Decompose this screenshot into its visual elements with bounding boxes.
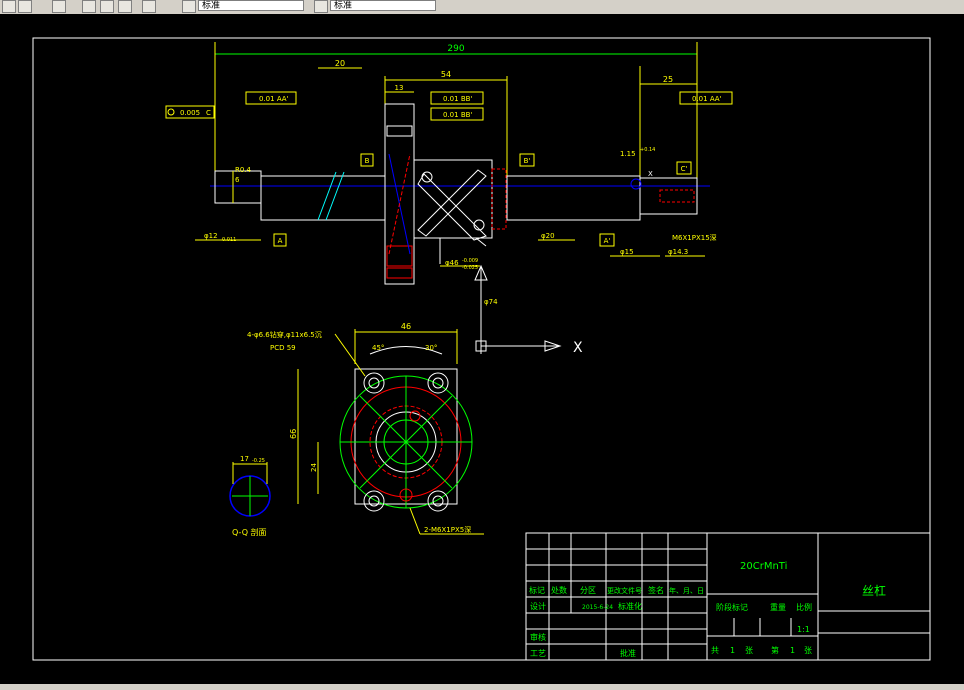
- tb-material: 20CrMnTi: [740, 561, 787, 572]
- datum-b2: B': [524, 157, 531, 165]
- tb-zhongliang: 重量: [770, 602, 786, 612]
- redo-icon[interactable]: [100, 0, 114, 13]
- tb-jieduan: 阶段标记: [716, 602, 748, 612]
- text-style-icon[interactable]: [314, 0, 328, 13]
- dim-54: 54: [441, 70, 451, 79]
- tb-gongyi: 工艺: [530, 649, 546, 658]
- new-icon[interactable]: [2, 0, 16, 13]
- dim-1-15: 1.15: [620, 150, 636, 158]
- dim-phi46-tol1: -0.009: [462, 258, 478, 264]
- tb-part-name: 丝杠: [862, 583, 886, 598]
- datum-b: B: [365, 157, 370, 165]
- dim-phi143: φ14.3: [668, 248, 688, 256]
- tb-h-date: 年、月、日: [669, 586, 704, 595]
- tb-h-gengai: 更改文件号: [607, 586, 642, 595]
- layer-manager-icon[interactable]: [182, 0, 196, 13]
- tol-pos2: 0.01 BB': [443, 95, 472, 103]
- dim-17: 17: [240, 455, 249, 463]
- dim-25: 25: [663, 75, 673, 84]
- dim-phi46: φ46: [445, 259, 459, 267]
- tb-di-n: 1: [790, 646, 795, 655]
- datum-a: A: [278, 237, 283, 245]
- dim-17-tol: -0.25: [252, 458, 265, 464]
- note-holes: 4-φ6.6钻穿,φ11x6.5沉: [247, 330, 322, 339]
- tb-gong: 共: [711, 646, 719, 655]
- note-thread-bottom: 2-M6X1PX5深: [424, 525, 471, 534]
- tb-h-biaoji: 标记: [529, 585, 545, 595]
- datum-a2: A': [604, 237, 611, 245]
- tb-di: 第: [771, 645, 779, 655]
- dim-1-15-tol: +0.14: [640, 147, 655, 153]
- tol-datum-c: C: [206, 109, 211, 117]
- dim-angle1: 45°: [372, 344, 384, 352]
- tb-zhang: 张: [745, 646, 753, 655]
- dim-74: φ74: [484, 298, 498, 306]
- ucs-x-label: X: [573, 340, 583, 356]
- dim-13: 13: [395, 84, 404, 92]
- dim-46: 46: [401, 322, 411, 331]
- note-thread-right: M6X1PX15深: [672, 233, 717, 242]
- tb-shenhe: 审核: [530, 632, 546, 642]
- status-bar: [0, 684, 964, 690]
- x-mark: X: [648, 170, 653, 178]
- dim-r04: R0.4: [235, 166, 252, 174]
- note-pcd: PCD 59: [270, 344, 296, 352]
- tb-bili: 比例: [796, 602, 812, 612]
- match-properties-icon[interactable]: [142, 0, 156, 13]
- tol-flat-left: 0.005: [180, 109, 200, 117]
- dim-angle2: 30°: [425, 344, 437, 352]
- toolbar: 标准 标准: [0, 0, 964, 15]
- tb-sheji: 设计: [530, 601, 546, 611]
- text-style-select[interactable]: 标准: [330, 0, 436, 11]
- save-icon[interactable]: [52, 0, 66, 13]
- drawing-canvas[interactable]: 290 20 54 13 25 X R0.4 6 φ12 0.011 φ20 φ…: [0, 14, 964, 684]
- tb-pizhun: 批准: [620, 648, 636, 658]
- dim-phi46-tol2: -0.025: [462, 265, 478, 271]
- dim-phi20: φ20: [541, 232, 555, 240]
- tb-gong-n: 1: [730, 646, 735, 655]
- dim-20: 20: [335, 59, 345, 68]
- dim-v6: 6: [235, 176, 240, 184]
- tb-h-fenqu: 分区: [580, 586, 596, 595]
- tol-pos3: 0.01 BB': [443, 111, 472, 119]
- tol-pos4: 0.01 AA': [692, 95, 722, 103]
- dim-66: 66: [289, 429, 298, 439]
- section-label: Q-Q 剖面: [232, 527, 267, 537]
- tb-biaozhunhua: 标准化: [618, 601, 642, 611]
- dim-overall: 290: [447, 44, 464, 54]
- open-icon[interactable]: [18, 0, 32, 13]
- dim-24: 24: [310, 463, 318, 472]
- close-icon[interactable]: [118, 0, 132, 13]
- tol-pos1: 0.01 AA': [259, 95, 289, 103]
- tb-zhang2: 张: [804, 646, 812, 655]
- tb-sheji-date: 2015-6-24: [582, 604, 613, 611]
- layer-select[interactable]: 标准: [198, 0, 304, 11]
- tb-h-chushu: 处数: [551, 585, 567, 595]
- tb-h-qianming: 签名: [648, 585, 664, 595]
- dim-phi12-tol: 0.011: [222, 237, 236, 243]
- dim-phi15: φ15: [620, 248, 634, 256]
- dim-phi12: φ12: [204, 232, 218, 240]
- datum-c2: C': [681, 165, 688, 173]
- tb-bili-val: 1:1: [797, 625, 810, 634]
- undo-icon[interactable]: [82, 0, 96, 13]
